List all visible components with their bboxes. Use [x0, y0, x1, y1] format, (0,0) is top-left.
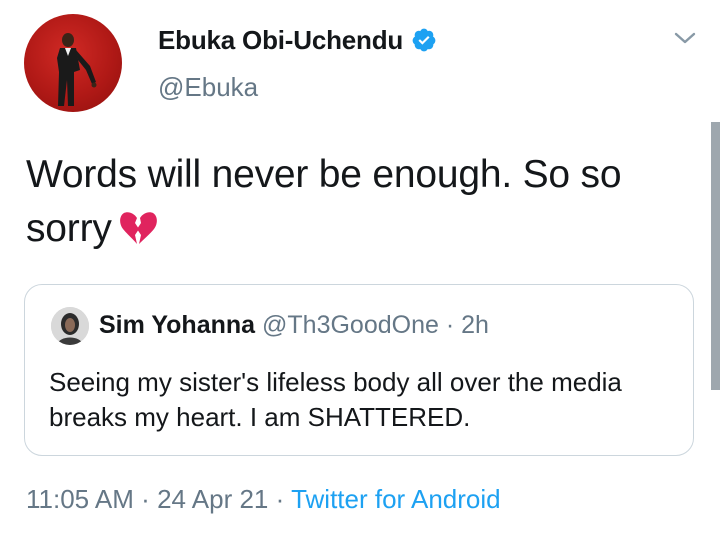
verified-badge-icon: [411, 27, 437, 53]
meta-separator: ·: [141, 484, 150, 514]
quoted-author-name[interactable]: Sim Yohanna: [99, 311, 255, 339]
chevron-down-icon[interactable]: [672, 28, 698, 48]
author-avatar-image: [57, 33, 97, 106]
tweet-text: Words will never be enough. So so sorry: [26, 148, 706, 256]
author-avatar[interactable]: [24, 14, 122, 112]
quoted-author-handle[interactable]: @Th3GoodOne: [262, 311, 439, 339]
author-handle[interactable]: @Ebuka: [158, 72, 258, 103]
tweet-date[interactable]: 24 Apr 21: [157, 484, 268, 514]
tweet-source-link[interactable]: Twitter for Android: [291, 484, 501, 514]
quoted-timestamp[interactable]: 2h: [461, 311, 489, 339]
quoted-tweet-header: Sim Yohanna @Th3GoodOne · 2h: [99, 309, 489, 341]
tweet-time[interactable]: 11:05 AM: [26, 484, 134, 514]
quoted-tweet-card[interactable]: Sim Yohanna @Th3GoodOne · 2h Seeing my s…: [24, 284, 694, 456]
author-name-row: Ebuka Obi-Uchendu: [158, 22, 437, 58]
meta-separator: ·: [275, 484, 285, 514]
scrollbar[interactable]: [711, 122, 720, 390]
quoted-tweet-text: Seeing my sister's lifeless body all ove…: [49, 367, 622, 432]
broken-heart-emoji-icon: [118, 209, 158, 249]
tweet-body: Words will never be enough. So so sorry: [26, 153, 622, 250]
quoted-author-avatar[interactable]: [51, 307, 89, 345]
quoted-avatar-image: [51, 307, 89, 345]
tweet-meta: 11:05 AM · 24 Apr 21 · Twitter for Andro…: [26, 482, 501, 516]
author-display-name[interactable]: Ebuka Obi-Uchendu: [158, 25, 403, 56]
quoted-separator: ·: [445, 311, 455, 339]
